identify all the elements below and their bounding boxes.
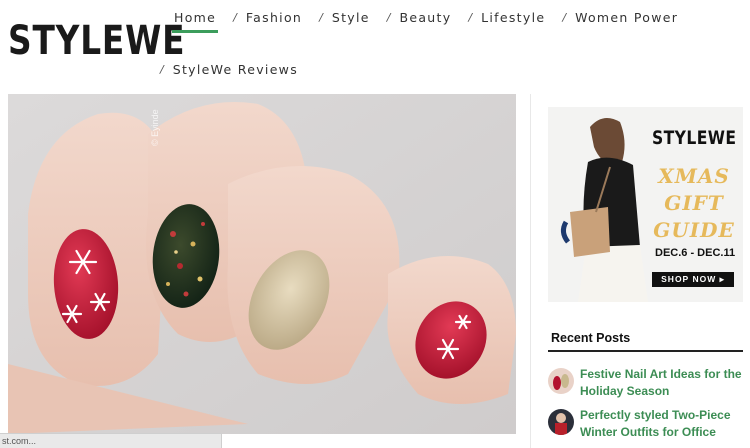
main-nav: Home / Fashion / Style / Beauty / Lifest… [160, 8, 750, 78]
browser-status-bar: st.com... [0, 433, 222, 448]
nav-women-power[interactable]: Women Power [575, 10, 678, 25]
nav-separator: / [562, 10, 567, 24]
nav-separator: / [233, 10, 237, 24]
ad-dates: DEC.6 - DEC.11 [655, 247, 736, 259]
recent-post-item[interactable]: Festive Nail Art Ideas for the Holiday S… [548, 366, 748, 400]
recent-post-item[interactable]: Perfectly styled Two-Piece Winter Outfit… [548, 407, 748, 441]
nail-art-photo [8, 94, 516, 434]
site-logo[interactable]: STYLEWE [8, 16, 185, 66]
post-title[interactable]: Festive Nail Art Ideas for the Holiday S… [580, 366, 748, 400]
nav-separator: / [160, 62, 164, 76]
photo-watermark: © Eyinde [150, 109, 160, 146]
nav-separator: / [386, 10, 391, 24]
nav-separator: / [319, 10, 323, 24]
ad-brand: STYLEWE [652, 127, 737, 149]
nav-beauty[interactable]: Beauty [399, 10, 451, 25]
nav-separator: / [468, 10, 473, 24]
nav-style[interactable]: Style [332, 10, 370, 25]
nav-lifestyle[interactable]: Lifestyle [481, 10, 545, 25]
hero-image[interactable]: © Eyinde [8, 94, 516, 434]
nav-stylewe-reviews[interactable]: StyleWe Reviews [173, 62, 298, 77]
recent-posts-heading: Recent Posts [551, 331, 631, 345]
ad-title: XMAS GIFT GUIDE [653, 164, 735, 242]
recent-posts-divider [548, 350, 743, 352]
post-title[interactable]: Perfectly styled Two-Piece Winter Outfit… [580, 407, 748, 441]
nav-fashion[interactable]: Fashion [246, 10, 302, 25]
post-thumbnail[interactable] [548, 368, 574, 394]
nav-home[interactable]: Home [171, 10, 219, 33]
post-thumbnail[interactable] [548, 409, 574, 435]
shop-now-button[interactable]: SHOP NOW ▸ [652, 272, 734, 287]
xmas-gift-guide-ad[interactable]: STYLEWE XMAS GIFT GUIDE DEC.6 - DEC.11 S… [548, 107, 743, 302]
column-divider [530, 94, 531, 448]
